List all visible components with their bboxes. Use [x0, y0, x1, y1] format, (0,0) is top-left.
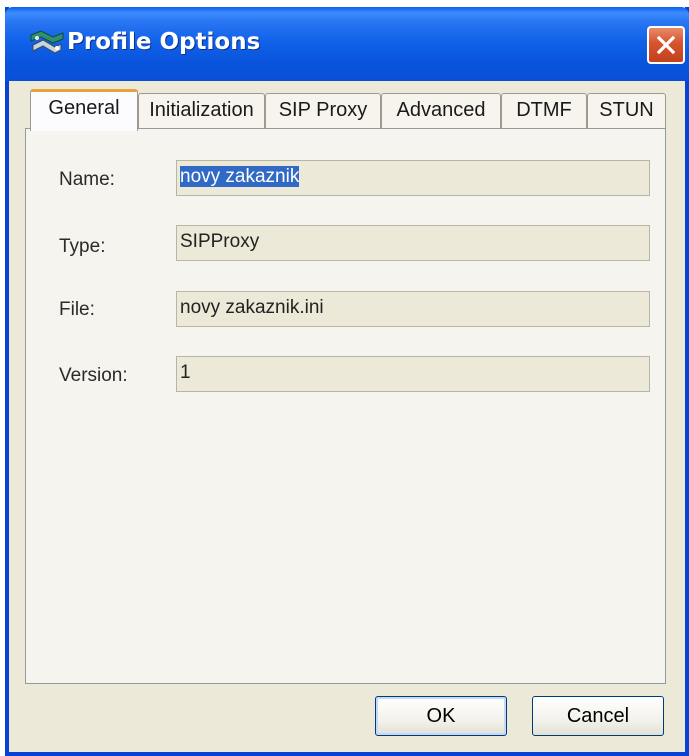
tab-advanced[interactable]: Advanced: [381, 93, 501, 129]
name-label: Name:: [59, 169, 115, 190]
cancel-button[interactable]: Cancel: [532, 696, 664, 736]
type-field[interactable]: SIPProxy: [176, 225, 650, 261]
tab-dtmf[interactable]: DTMF: [501, 93, 587, 129]
ok-button[interactable]: OK: [375, 696, 507, 736]
close-button[interactable]: [647, 26, 685, 64]
network-phone-icon: [27, 27, 67, 59]
general-tab-panel: Name: novy zakaznik Type: SIPProxy File:…: [25, 128, 666, 684]
name-field[interactable]: novy zakaznik: [176, 160, 650, 196]
window-title: Profile Options: [67, 29, 261, 55]
close-icon: [656, 35, 676, 55]
version-field[interactable]: 1: [176, 356, 650, 392]
file-label: File:: [59, 299, 95, 320]
version-label: Version:: [59, 365, 128, 386]
title-bar[interactable]: Profile Options: [5, 7, 689, 81]
profile-options-dialog: Profile Options General Initialization S…: [5, 7, 689, 756]
tab-stun[interactable]: STUN: [587, 93, 666, 129]
tab-initialization[interactable]: Initialization: [138, 93, 265, 129]
tab-sip-proxy[interactable]: SIP Proxy: [265, 93, 381, 129]
tab-general[interactable]: General: [30, 89, 138, 131]
name-value: novy zakaznik: [180, 166, 300, 187]
type-label: Type:: [59, 236, 106, 257]
file-field[interactable]: novy zakaznik.ini: [176, 291, 650, 327]
